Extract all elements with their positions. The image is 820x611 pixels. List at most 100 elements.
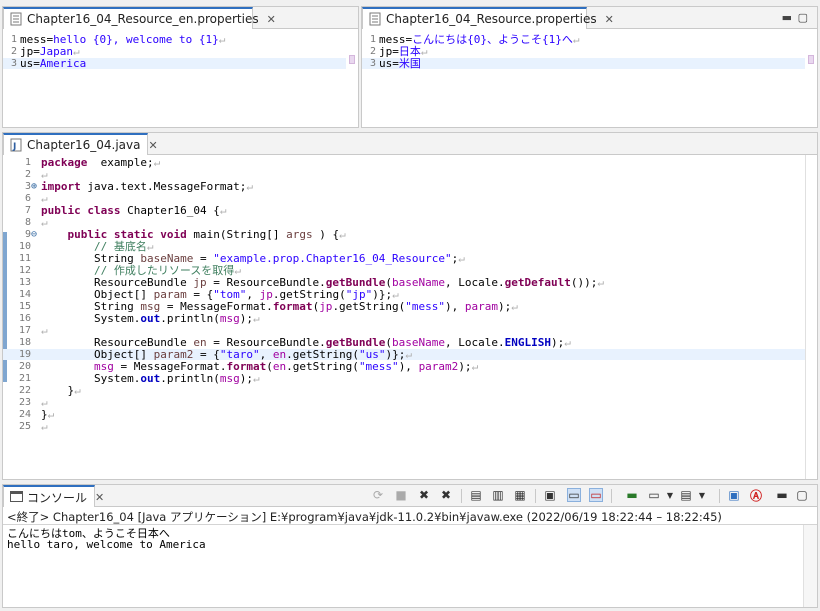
- code-line[interactable]: 15 String msg = MessageFormat.format(jp.…: [3, 301, 817, 312]
- props-en-code[interactable]: 1 mess=hello {0}, welcome to {1}↵ 2 jp=Jap…: [3, 34, 358, 128]
- line-number: 9: [24, 229, 31, 240]
- line-number: 3: [10, 58, 17, 69]
- line-number: 22: [18, 385, 31, 396]
- tab-props-ja[interactable]: Chapter16_04_Resource.properties ✕: [362, 7, 614, 29]
- prop-key: us: [20, 57, 34, 70]
- chevron-down-icon[interactable]: ▼: [663, 488, 677, 502]
- remove-all-icon[interactable]: ✖: [439, 488, 453, 502]
- prop-value: America: [39, 57, 87, 70]
- language-icon[interactable]: Ⓐ: [749, 488, 763, 503]
- props-ja-editor: Chapter16_04_Resource.properties ✕ ▬ ▢ 1…: [361, 6, 818, 128]
- code-text: String msg = MessageFormat.format(jp.get…: [41, 300, 518, 313]
- prop-key: us: [379, 57, 393, 70]
- overview-ruler[interactable]: [805, 29, 817, 127]
- props-en-editor: Chapter16_04_Resource_en.properties ✕ 1m…: [2, 6, 359, 128]
- code-text: ResourceBundle jp = ResourceBundle.getBu…: [41, 276, 604, 289]
- code-text: Object[] param = {"tom", jp.getString("j…: [41, 288, 399, 301]
- terminate-relaunch-icon[interactable]: ⟳: [371, 488, 385, 502]
- scroll-lock-icon[interactable]: ▦: [513, 488, 527, 502]
- code-line[interactable]: 11 String baseName = "example.prop.Chapt…: [3, 253, 817, 264]
- close-icon[interactable]: ✕: [605, 13, 614, 26]
- close-icon[interactable]: ✕: [148, 139, 157, 152]
- code-line[interactable]: 17 ↵: [3, 325, 817, 336]
- props-ja-code[interactable]: 1 mess=こんにちは{0}、ようこそ{1}へ↵ 2 jp=日本↵ 3 us=米国: [362, 34, 817, 128]
- maximize-icon[interactable]: ▢: [798, 11, 811, 24]
- code-line[interactable]: 2 ↵: [3, 169, 817, 180]
- tab-java-label: Chapter16_04.java: [27, 138, 141, 152]
- console-output-line[interactable]: hello taro, welcome to America: [7, 538, 206, 551]
- line-number: 16: [18, 313, 31, 324]
- code-line[interactable]: 13 ResourceBundle jp = ResourceBundle.ge…: [3, 277, 817, 288]
- show-on-error-icon[interactable]: ▥: [491, 488, 505, 502]
- console-scrollbar[interactable]: [803, 525, 817, 607]
- clear-console-icon[interactable]: ▣: [543, 488, 557, 502]
- prop-value: こんにちは{0}、ようこそ{1}へ: [412, 33, 573, 46]
- java-code-area[interactable]: ⊕ ⊖ 1 package example;↵ 2 ↵ 3 import java.tex…: [3, 157, 817, 479]
- code-line[interactable]: 21 System.out.println(msg);↵: [3, 373, 817, 384]
- props-en-tabbar: Chapter16_04_Resource_en.properties ✕: [3, 7, 358, 29]
- line-number: 11: [18, 253, 31, 264]
- line-number: 3: [369, 58, 376, 69]
- java-tabbar: J Chapter16_04.java ✕: [3, 133, 817, 155]
- code-line[interactable]: 6 ↵: [3, 193, 817, 204]
- line-number: 20: [18, 361, 31, 372]
- code-text: public static void main(String[] args ) …: [67, 228, 346, 241]
- terminate-icon[interactable]: ■: [394, 488, 408, 502]
- tab-props-en-label: Chapter16_04_Resource_en.properties: [27, 12, 259, 26]
- code-line[interactable]: 14 Object[] param = {"tom", jp.getString…: [3, 289, 817, 300]
- line-number: 6: [24, 193, 31, 204]
- maximize-icon[interactable]: ▢: [795, 488, 809, 502]
- line-number: 2: [24, 169, 31, 180]
- code-text: }↵: [41, 408, 55, 421]
- line-number: 10: [18, 241, 31, 252]
- code-line[interactable]: 23 ↵: [3, 397, 817, 408]
- code-text: ↵: [41, 216, 48, 229]
- line-number: 14: [18, 289, 31, 300]
- props-ja-tabbar: Chapter16_04_Resource.properties ✕ ▬ ▢: [362, 7, 817, 29]
- pin-console-icon[interactable]: ▭: [589, 488, 603, 502]
- code-text: ↵: [41, 192, 48, 205]
- view-menu-icon[interactable]: ▣: [727, 488, 741, 502]
- display-dropdown-icon[interactable]: ▭: [647, 488, 661, 502]
- chevron-down-icon[interactable]: ▼: [695, 488, 709, 502]
- tab-console[interactable]: コンソール ✕: [3, 485, 104, 507]
- code-line[interactable]: 20 msg = MessageFormat.format(en.getStri…: [3, 361, 817, 372]
- remove-launch-icon[interactable]: ✖: [417, 488, 431, 502]
- code-line[interactable]: 25 ↵: [3, 421, 817, 432]
- code-line[interactable]: 18 ResourceBundle en = ResourceBundle.ge…: [3, 337, 817, 348]
- word-wrap-icon[interactable]: ▭: [567, 488, 581, 502]
- console-icon: [10, 490, 23, 504]
- code-line[interactable]: 9 public static void main(String[] args …: [3, 229, 817, 240]
- code-line[interactable]: 16 System.out.println(msg);↵: [3, 313, 817, 324]
- code-line[interactable]: 3 import java.text.MessageFormat;↵: [3, 181, 817, 192]
- java-file-icon: J: [10, 138, 22, 152]
- line-number: 7: [24, 205, 31, 216]
- show-on-output-icon[interactable]: ▤: [469, 488, 483, 502]
- line-number: 1: [10, 34, 17, 45]
- tab-java-file[interactable]: J Chapter16_04.java ✕: [3, 133, 158, 155]
- code-line[interactable]: 22 }↵: [3, 385, 817, 396]
- code-line[interactable]: 8 ↵: [3, 217, 817, 228]
- tab-props-en[interactable]: Chapter16_04_Resource_en.properties ✕: [3, 7, 276, 29]
- open-console-icon[interactable]: ▤: [679, 488, 693, 502]
- display-selected-console-icon[interactable]: ▬: [625, 488, 639, 502]
- code-line[interactable]: 12 // 作成したリソースを取得↵: [3, 265, 817, 276]
- code-line[interactable]: 19 Object[] param2 = {"taro", en.getStri…: [3, 349, 817, 360]
- overview-ruler[interactable]: [346, 29, 358, 127]
- code-line[interactable]: 7 public class Chapter16_04 {↵: [3, 205, 817, 216]
- code-text: System.out.println(msg);↵: [41, 372, 260, 385]
- code-line[interactable]: 10 // 基底名↵: [3, 241, 817, 252]
- minimize-icon[interactable]: ▬: [782, 11, 795, 24]
- code-line[interactable]: 24}↵: [3, 409, 817, 420]
- ruler-marker[interactable]: [808, 55, 814, 64]
- overview-ruler[interactable]: [805, 155, 817, 479]
- close-icon[interactable]: ✕: [95, 491, 104, 504]
- ruler-marker[interactable]: [349, 55, 355, 64]
- code-text: Object[] param2 = {"taro", en.getString(…: [41, 348, 412, 361]
- close-icon[interactable]: ✕: [267, 13, 276, 26]
- line-number: 17: [18, 325, 31, 336]
- code-line[interactable]: 1 package example;↵: [3, 157, 817, 168]
- code-text: System.out.println(msg);↵: [41, 312, 260, 325]
- minimize-icon[interactable]: ▬: [775, 488, 789, 502]
- line-number: 2: [369, 46, 376, 57]
